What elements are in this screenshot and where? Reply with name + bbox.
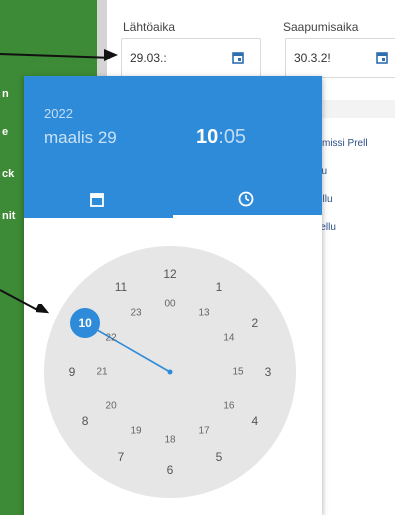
clock-hour[interactable]: 16 bbox=[223, 401, 234, 412]
active-tab-indicator bbox=[173, 215, 322, 218]
tab-time[interactable] bbox=[173, 186, 322, 218]
clock-hour[interactable]: 6 bbox=[167, 463, 174, 477]
clock-hour[interactable]: 4 bbox=[252, 414, 259, 428]
departure-date-value: 29.03.: bbox=[130, 51, 167, 65]
picker-header: 2022 maalis 29 10:05 bbox=[24, 76, 322, 218]
clock-hour[interactable]: 9 bbox=[69, 365, 76, 379]
clock-hour[interactable]: 14 bbox=[223, 333, 234, 344]
background-text-fragment: ck bbox=[2, 168, 15, 180]
departure-date-input[interactable]: 29.03.: bbox=[121, 38, 261, 78]
clock-center-dot bbox=[167, 369, 173, 375]
clock-icon bbox=[238, 191, 254, 207]
arrival-date-value: 30.3.2! bbox=[294, 51, 331, 65]
calendar-icon bbox=[90, 193, 104, 207]
picker-year[interactable]: 2022 bbox=[44, 106, 73, 121]
clock-hour[interactable]: 21 bbox=[96, 367, 107, 378]
picker-date[interactable]: maalis 29 bbox=[44, 128, 117, 148]
picker-hours[interactable]: 10 bbox=[196, 126, 218, 148]
arrow-head-icon bbox=[36, 304, 50, 314]
clock-hour[interactable]: 3 bbox=[265, 365, 272, 379]
clock-hour[interactable]: 15 bbox=[232, 367, 243, 378]
clock-hour-selected[interactable]: 10 bbox=[70, 308, 101, 338]
clock-hour[interactable]: 2 bbox=[252, 316, 259, 330]
calendar-icon[interactable] bbox=[376, 51, 388, 64]
list-item[interactable]: ymissi Prell bbox=[317, 138, 368, 149]
clock-hour[interactable]: 20 bbox=[106, 401, 117, 412]
clock-hour[interactable]: 13 bbox=[198, 308, 209, 319]
clock-hour[interactable]: 18 bbox=[164, 435, 175, 446]
picker-time: 10:05 bbox=[196, 126, 246, 149]
clock-face[interactable]: 12 1 2 3 4 5 6 7 8 9 10 11 00 13 14 15 16 17 18 19 20 21 22 23 bbox=[44, 246, 296, 498]
clock-hour[interactable]: 22 bbox=[106, 333, 117, 344]
clock-hour[interactable]: 19 bbox=[130, 425, 141, 436]
time-picker-dialog: 2022 maalis 29 10:05 12 1 2 3 4 5 6 7 8 9 10 11 00 13… bbox=[24, 76, 322, 515]
clock-hour[interactable]: 11 bbox=[115, 280, 127, 294]
background-text-fragment: e bbox=[2, 126, 9, 138]
picker-minutes[interactable]: 05 bbox=[224, 126, 246, 148]
arrival-date-input[interactable]: 30.3.2! bbox=[285, 38, 395, 78]
tab-date[interactable] bbox=[24, 186, 173, 218]
background-text-fragment: nit bbox=[2, 210, 16, 222]
clock-hour[interactable]: 23 bbox=[130, 308, 141, 319]
arrival-label: Saapumisaika bbox=[283, 20, 359, 34]
clock-hour[interactable]: 17 bbox=[198, 425, 209, 436]
clock-hour[interactable]: 7 bbox=[118, 450, 125, 464]
clock-hour[interactable]: 5 bbox=[216, 450, 223, 464]
clock-hour[interactable]: 1 bbox=[216, 280, 223, 294]
background-text-fragment: n bbox=[2, 88, 9, 100]
clock-hand bbox=[82, 320, 173, 375]
departure-label: Lähtöaika bbox=[123, 20, 176, 34]
clock-hour[interactable]: 00 bbox=[164, 299, 175, 310]
arrow-head-icon bbox=[104, 49, 118, 61]
clock-hour[interactable]: 8 bbox=[82, 414, 89, 428]
clock-hour[interactable]: 12 bbox=[163, 267, 176, 281]
calendar-icon[interactable] bbox=[232, 51, 244, 64]
